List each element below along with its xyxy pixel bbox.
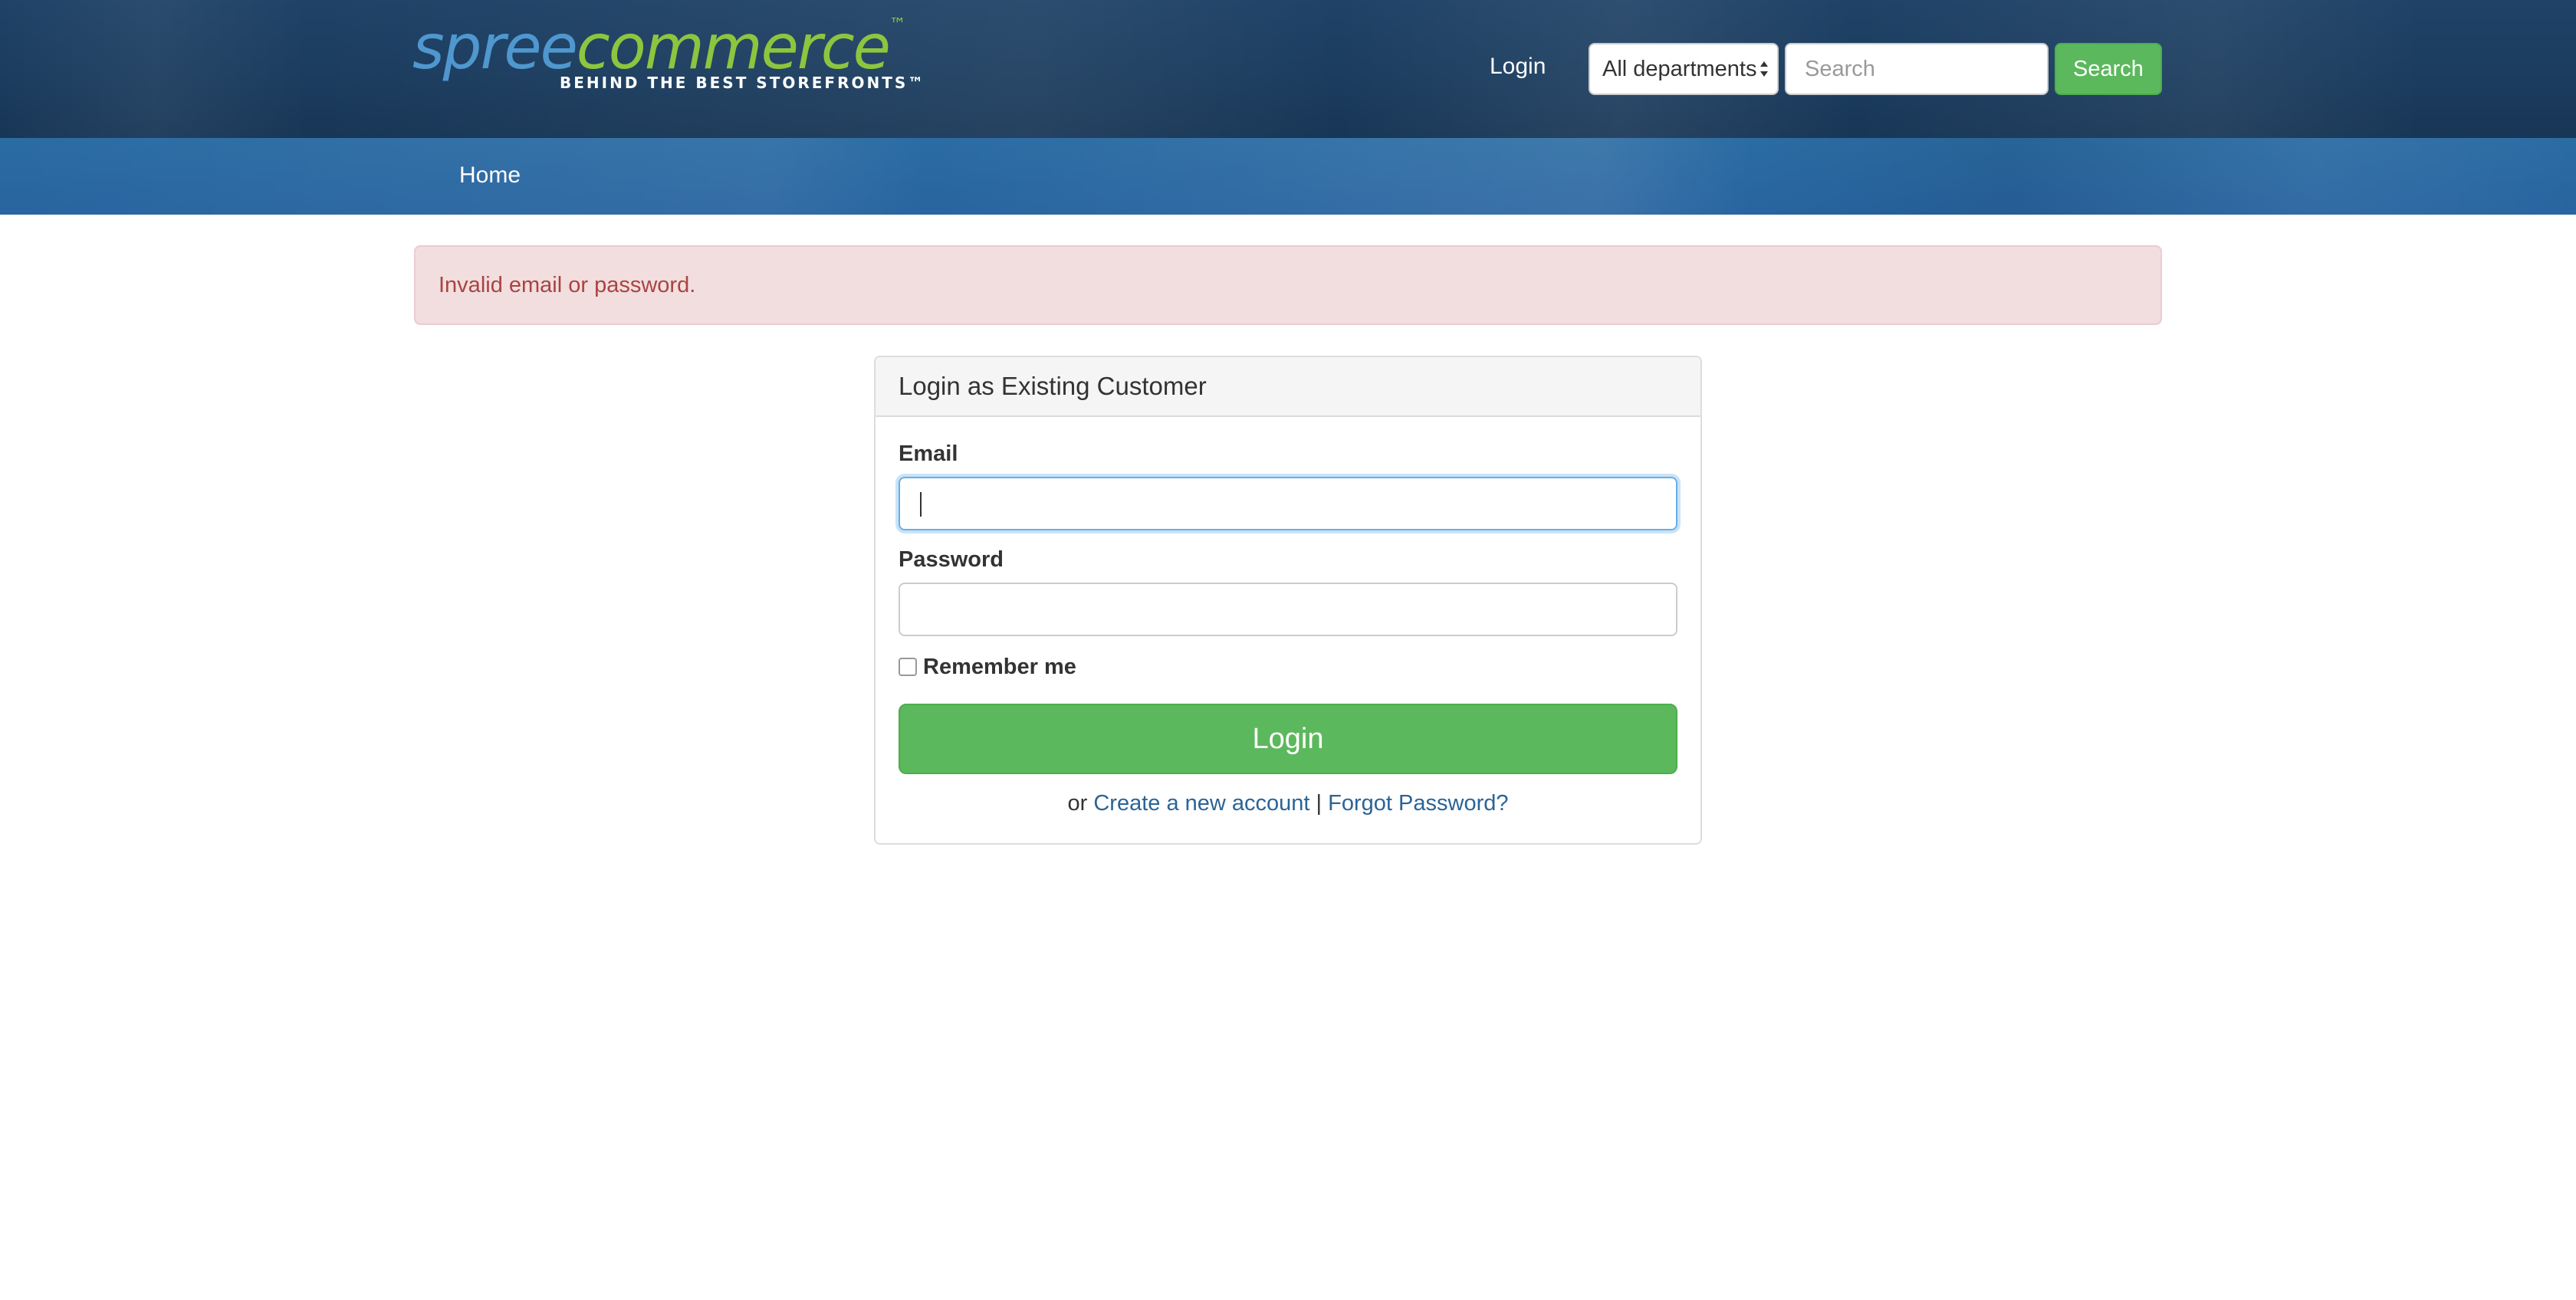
- spree-commerce-logo[interactable]: spreecommerce™ BEHIND THE BEST STOREFRON…: [412, 17, 923, 101]
- login-submit-button[interactable]: Login: [899, 704, 1677, 774]
- password-label: Password: [899, 547, 1004, 572]
- text-caret: [920, 492, 922, 517]
- account-links: or Create a new account | Forgot Passwor…: [876, 793, 1700, 815]
- logo-word-commerce: commerce: [576, 11, 891, 83]
- error-alert: Invalid email or password.: [414, 245, 2162, 325]
- logo-wordmark: spreecommerce™: [412, 15, 906, 78]
- search-input[interactable]: [1785, 43, 2049, 95]
- error-alert-message: Invalid email or password.: [439, 273, 696, 297]
- select-arrows-icon: [1760, 61, 1768, 77]
- site-header: spreecommerce™ BEHIND THE BEST STOREFRON…: [0, 0, 2576, 138]
- remember-me-checkbox[interactable]: [899, 658, 917, 676]
- remember-me-label[interactable]: Remember me: [923, 656, 1076, 678]
- login-panel: Login as Existing Customer Email Passwor…: [874, 356, 1702, 845]
- header-login-link[interactable]: Login: [1490, 55, 1546, 78]
- nav-item-home[interactable]: Home: [459, 164, 521, 187]
- email-field[interactable]: [899, 477, 1677, 530]
- email-label: Email: [899, 442, 958, 466]
- or-text: or: [1067, 791, 1088, 816]
- password-field[interactable]: [899, 583, 1677, 636]
- department-select[interactable]: All departments: [1589, 43, 1779, 95]
- department-select-value: All departments: [1602, 57, 1757, 81]
- logo-tagline: BEHIND THE BEST STOREFRONTS™: [560, 74, 926, 92]
- search-button[interactable]: Search: [2055, 43, 2162, 95]
- logo-word-spree: spree: [412, 11, 578, 83]
- main-nav-bar: Home: [0, 138, 2576, 215]
- create-account-link[interactable]: Create a new account: [1093, 791, 1309, 816]
- logo-trademark: ™: [889, 15, 906, 34]
- link-separator: |: [1316, 791, 1322, 816]
- login-panel-title: Login as Existing Customer: [876, 357, 1700, 417]
- forgot-password-link[interactable]: Forgot Password?: [1328, 791, 1508, 816]
